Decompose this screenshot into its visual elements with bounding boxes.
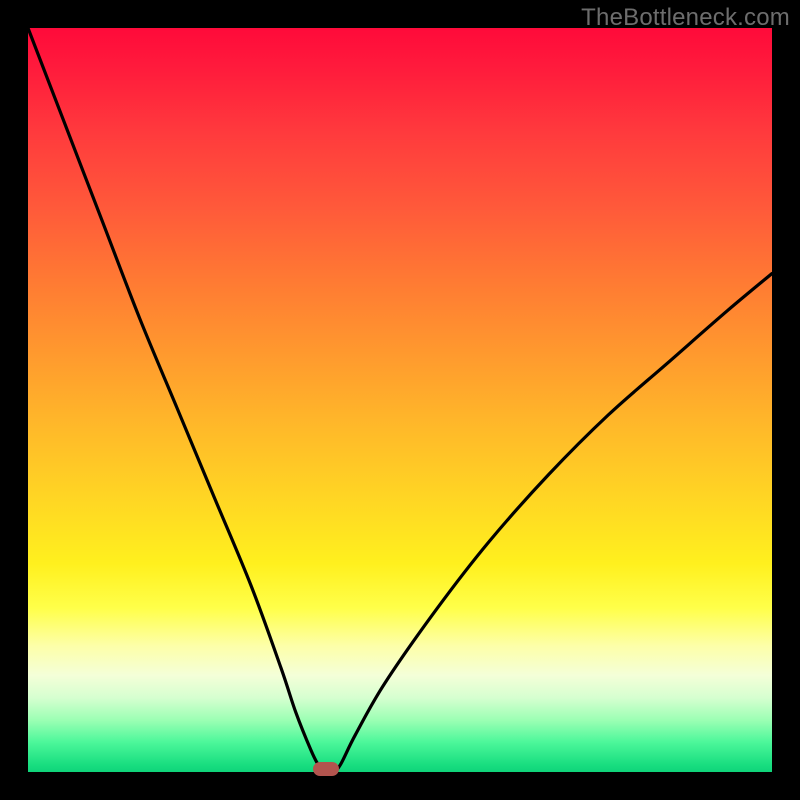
optimal-point-marker: [313, 762, 339, 776]
curve-svg: [28, 28, 772, 772]
chart-frame: TheBottleneck.com: [0, 0, 800, 800]
plot-area: [28, 28, 772, 772]
bottleneck-curve-path: [28, 28, 772, 772]
watermark-text: TheBottleneck.com: [581, 4, 790, 32]
